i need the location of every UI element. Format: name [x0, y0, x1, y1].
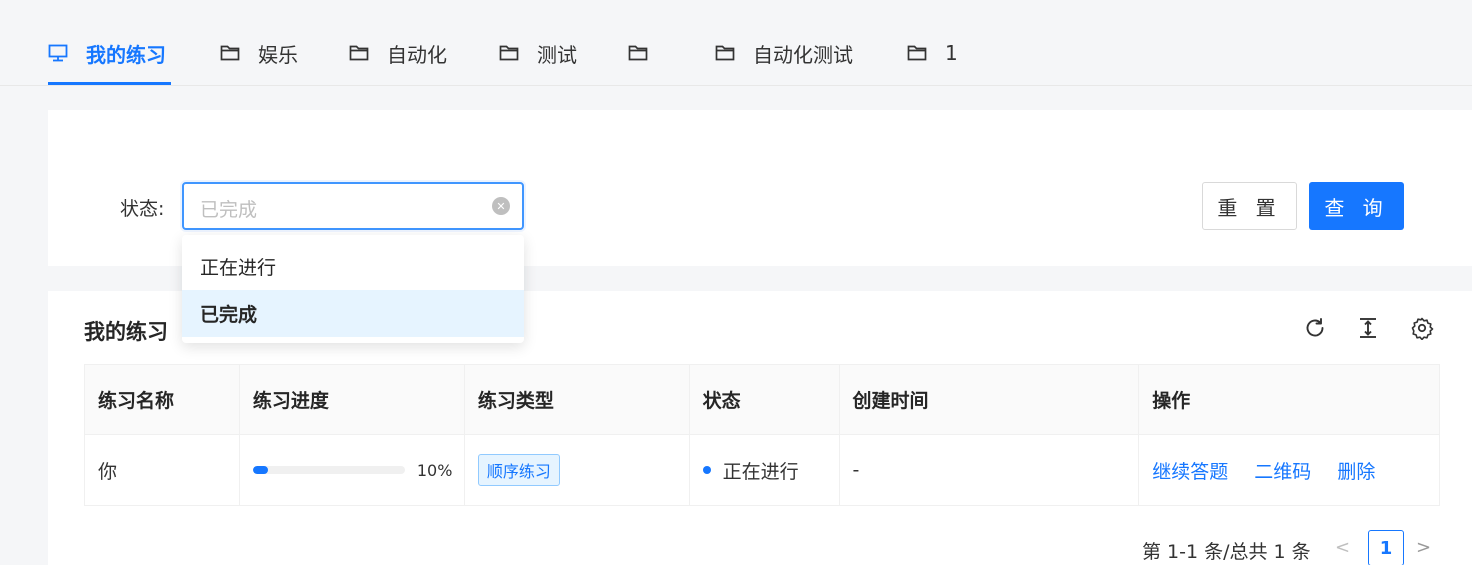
column-header: 状态 [689, 364, 840, 435]
folder-icon [715, 43, 735, 63]
actions-cell: 继续答题 二维码 删除 [1138, 434, 1440, 506]
progress-bar: 10% [252, 460, 464, 480]
pagination-total: 第 1-1 条/总共 1 条 [1142, 541, 1311, 563]
tab-label: 我的练习 [86, 42, 166, 67]
dropdown-option-completed[interactable]: 已完成 [182, 290, 524, 337]
next-page-button[interactable]: > [1416, 537, 1431, 558]
tab-label: 测试 [537, 42, 577, 67]
tab-entertainment[interactable]: 娱乐 [220, 36, 298, 70]
status-dropdown: 正在进行 已完成 [182, 235, 524, 343]
monitor-icon [48, 43, 68, 63]
status-dot [702, 466, 711, 474]
tab-unnamed[interactable] [628, 36, 666, 70]
progress-fill [252, 466, 269, 474]
tab-automation[interactable]: 自动化 [349, 36, 447, 70]
tab-1[interactable]: 1 [907, 36, 958, 70]
column-header: 操作 [1138, 364, 1440, 435]
status-text: 正在进行 [722, 460, 799, 483]
tab-test[interactable]: 测试 [499, 36, 577, 70]
progress-cell: 10% [239, 434, 465, 506]
practice-type-tag: 顺序练习 [477, 454, 560, 486]
status-filter-label: 状态: [120, 198, 165, 220]
progress-track [252, 466, 405, 474]
progress-text: 10% [416, 460, 453, 480]
column-header: 练习类型 [464, 364, 690, 435]
reload-icon[interactable] [1302, 315, 1328, 341]
created-time-cell: - [839, 434, 1140, 506]
column-header: 练习名称 [84, 364, 240, 435]
tab-automation-test[interactable]: 自动化测试 [715, 36, 853, 70]
tab-bar: 我的练习 娱乐 自动化 测试 自动化测试 1 [0, 0, 1472, 86]
practice-name-cell: 你 [84, 434, 240, 506]
continue-answer-link[interactable]: 继续答题 [1152, 461, 1228, 483]
query-button[interactable]: 查 询 [1309, 182, 1404, 230]
reset-button[interactable]: 重 置 [1202, 182, 1297, 230]
column-height-icon[interactable] [1355, 315, 1381, 341]
folder-icon [499, 43, 519, 63]
column-header: 创建时间 [839, 364, 1140, 435]
tab-label: 自动化 [387, 42, 447, 67]
page-1-button[interactable]: 1 [1368, 530, 1404, 565]
status-cell: 正在进行 [689, 434, 840, 506]
type-cell: 顺序练习 [464, 434, 690, 506]
dropdown-option-in-progress[interactable]: 正在进行 [182, 243, 524, 290]
gear-icon[interactable] [1409, 315, 1435, 341]
tab-label: 娱乐 [258, 42, 298, 67]
delete-link[interactable]: 删除 [1337, 461, 1375, 483]
tab-my-practice[interactable]: 我的练习 [48, 36, 166, 70]
clear-icon[interactable]: ✕ [492, 197, 510, 215]
card-title: 我的练习 [84, 320, 168, 344]
tab-label: 1 [945, 41, 958, 65]
folder-icon [220, 43, 240, 63]
prev-page-button[interactable]: < [1335, 537, 1350, 558]
folder-icon [907, 43, 927, 63]
folder-icon [628, 43, 648, 63]
active-tab-indicator [48, 82, 171, 85]
table-header-row: 练习名称 练习进度 练习类型 状态 创建时间 操作 [84, 364, 1440, 435]
table-row: 你 10% 顺序练习 正在进行 - 继续答题 二维码 删除 [84, 434, 1440, 506]
qr-code-link[interactable]: 二维码 [1254, 461, 1311, 483]
practice-table: 练习名称 练习进度 练习类型 状态 创建时间 操作 你 10% 顺序练习 正在进… [84, 364, 1440, 506]
column-header: 练习进度 [239, 364, 465, 435]
tab-label: 自动化测试 [753, 42, 853, 67]
status-select-value: 已完成 [200, 199, 258, 221]
folder-icon [349, 43, 369, 63]
status-select[interactable]: 已完成 ✕ [182, 182, 524, 230]
